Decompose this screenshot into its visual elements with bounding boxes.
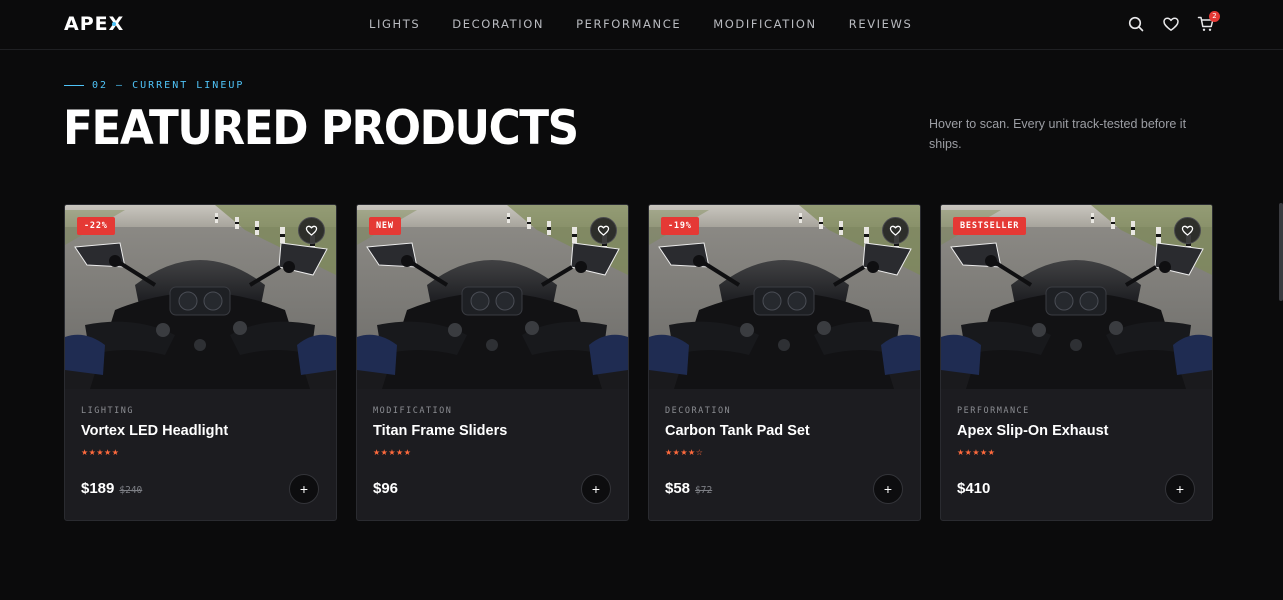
heart-icon (1181, 225, 1194, 236)
nav-item-performance[interactable]: PERFORMANCE (576, 17, 681, 31)
heart-icon (889, 225, 902, 236)
add-to-cart-button[interactable]: + (289, 474, 319, 504)
product-old-price: $240 (119, 485, 143, 496)
product-name[interactable]: Carbon Tank Pad Set (665, 423, 810, 439)
product-name[interactable]: Apex Slip-On Exhaust (957, 423, 1108, 439)
main-nav: LIGHTS DECORATION PERFORMANCE MODIFICATI… (369, 17, 912, 31)
eyebrow-line (64, 85, 84, 86)
product-price: $189 (81, 480, 115, 497)
product-rating: ★★★★☆ (665, 448, 704, 457)
add-to-cart-button[interactable]: + (1165, 474, 1195, 504)
site-header: APEX LIGHTS DECORATION PERFORMANCE MODIF… (0, 0, 1283, 50)
eyebrow-text: 02 — CURRENT LINEUP (92, 80, 245, 91)
product-price: $96 (373, 480, 399, 497)
nav-item-modification[interactable]: MODIFICATION (713, 17, 817, 31)
price-row: $410 (957, 480, 995, 497)
discount-badge: -19% (661, 217, 699, 235)
page-scrollbar[interactable] (1279, 203, 1283, 301)
product-card[interactable]: -22% LIGHTING Vortex LED Headlight ★★★★★… (64, 204, 337, 521)
product-name[interactable]: Titan Frame Sliders (373, 423, 507, 439)
product-name[interactable]: Vortex LED Headlight (81, 423, 228, 439)
wishlist-button[interactable] (1174, 217, 1201, 244)
product-category: DECORATION (665, 406, 732, 416)
discount-badge: -22% (77, 217, 115, 235)
cart-icon[interactable]: 2 (1197, 11, 1220, 33)
product-rating: ★★★★★ (373, 448, 412, 457)
add-to-cart-button[interactable]: + (581, 474, 611, 504)
heart-icon (597, 225, 610, 236)
price-row: $58 $72 (665, 480, 712, 497)
bestseller-badge: BESTSELLER (953, 217, 1027, 235)
price-row: $189 $240 (81, 480, 142, 497)
product-rating: ★★★★★ (81, 448, 120, 457)
brand-dot (112, 22, 116, 26)
new-badge: NEW (369, 217, 401, 235)
product-card[interactable]: -19% DECORATION Carbon Tank Pad Set ★★★★… (648, 204, 921, 521)
wishlist-button[interactable] (882, 217, 909, 244)
price-row: $96 (373, 480, 403, 497)
section-subtitle: Hover to scan. Every unit track-tested b… (929, 117, 1187, 151)
search-icon[interactable] (1127, 15, 1145, 33)
product-category: MODIFICATION (373, 406, 453, 416)
cart-count-badge: 2 (1209, 11, 1220, 22)
product-rating: ★★★★★ (957, 448, 996, 457)
product-price: $58 (665, 480, 691, 497)
heart-icon (305, 225, 318, 236)
section-title: FEATURED PRODUCTS (63, 101, 579, 156)
product-category: PERFORMANCE (957, 406, 1030, 416)
wishlist-button[interactable] (298, 217, 325, 244)
product-card[interactable]: NEW MODIFICATION Titan Frame Sliders ★★★… (356, 204, 629, 521)
nav-item-lights[interactable]: LIGHTS (369, 17, 420, 31)
product-card[interactable]: BESTSELLER PERFORMANCE Apex Slip-On Exha… (940, 204, 1213, 521)
nav-item-decoration[interactable]: DECORATION (452, 17, 544, 31)
product-price: $410 (957, 480, 991, 497)
heart-icon[interactable] (1162, 15, 1180, 33)
section-eyebrow: 02 — CURRENT LINEUP (64, 80, 244, 91)
wishlist-button[interactable] (590, 217, 617, 244)
nav-item-reviews[interactable]: REVIEWS (849, 17, 913, 31)
add-to-cart-button[interactable]: + (873, 474, 903, 504)
product-old-price: $72 (695, 485, 713, 496)
product-category: LIGHTING (81, 406, 134, 416)
